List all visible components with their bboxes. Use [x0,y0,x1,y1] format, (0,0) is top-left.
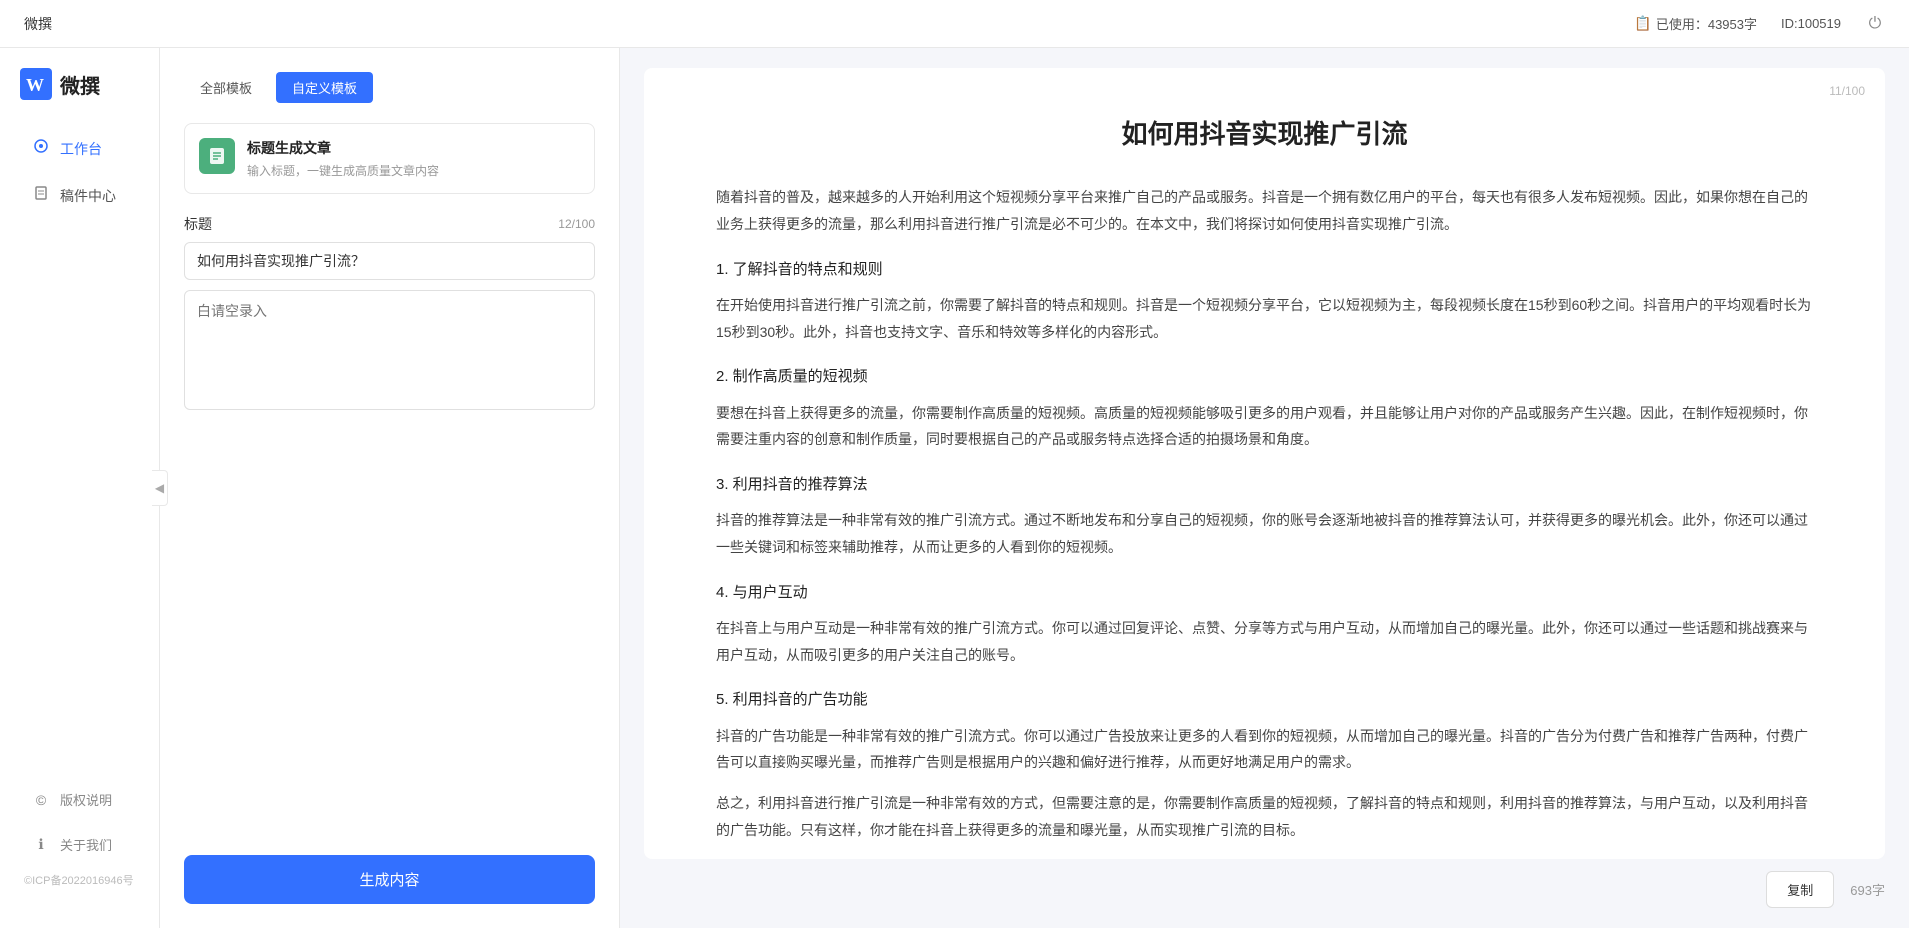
article-content: 随着抖音的普及，越来越多的人开始利用这个短视频分享平台来推广自己的产品或服务。抖… [716,184,1813,843]
template-info: 标题生成文章 输入标题，一键生成高质量文章内容 [247,138,439,179]
sidebar-item-label-copyright: 版权说明 [60,790,112,809]
form-label-row: 标题 12/100 [184,214,595,234]
sidebar-item-label-workbench: 工作台 [60,139,102,159]
power-button[interactable]: ⏻ [1865,14,1885,34]
template-title: 标题生成文章 [247,138,439,158]
sidebar-item-copyright[interactable]: © 版权说明 [8,778,151,821]
article-paragraph: 随着抖音的普及，越来越多的人开始利用这个短视频分享平台来推广自己的产品或服务。抖… [716,184,1813,237]
logo-text: 微撰 [60,70,100,99]
tab-all-templates[interactable]: 全部模板 [184,72,268,103]
drafts-icon [32,185,50,206]
page-count: 11/100 [1829,84,1865,98]
copyright-icon: © [32,792,50,808]
topbar: 微撰 📋 已使用：43953字 ID:100519 ⏻ [0,0,1909,48]
article-section-heading: 3. 利用抖音的推荐算法 [716,471,1813,500]
sidebar-item-about[interactable]: ℹ 关于我们 [8,823,151,866]
usage-icon-symbol: 📋 [1634,15,1651,32]
logo-area: W 微撰 [0,68,159,124]
article-title: 如何用抖音实现推广引流 [716,116,1813,152]
template-card-icon [199,138,235,174]
template-desc: 输入标题，一键生成高质量文章内容 [247,162,439,179]
article-paragraph: 要想在抖音上获得更多的流量，你需要制作高质量的短视频。高质量的短视频能够吸引更多… [716,400,1813,453]
article-paragraph: 在抖音上与用户互动是一种非常有效的推广引流方式。你可以通过回复评论、点赞、分享等… [716,615,1813,668]
article-section-heading: 1. 了解抖音的特点和规则 [716,256,1813,285]
article-paragraph: 抖音的广告功能是一种非常有效的推广引流方式。你可以通过广告投放来让更多的人看到你… [716,723,1813,776]
copy-button[interactable]: 复制 [1766,871,1834,908]
sidebar: W 微撰 工作台 [0,48,160,928]
sidebar-item-label-about: 关于我们 [60,835,112,854]
usage-label: 已使用：43953字 [1656,14,1757,33]
topbar-title: 微撰 [24,14,52,34]
right-bottom-bar: 复制 693字 [644,859,1885,908]
sidebar-collapse-button[interactable]: ◀ [152,470,168,506]
word-count: 693字 [1850,880,1885,899]
template-card-title-article[interactable]: 标题生成文章 输入标题，一键生成高质量文章内容 [184,123,595,194]
article-paragraph: 抖音的推荐算法是一种非常有效的推广引流方式。通过不断地发布和分享自己的短视频，你… [716,507,1813,560]
sidebar-bottom: © 版权说明 ℹ 关于我们 ©ICP备2022016946号 [0,776,159,908]
content-textarea[interactable] [184,290,595,410]
sidebar-item-label-drafts: 稿件中心 [60,186,116,206]
char-count: 12/100 [558,217,595,231]
icp-text: ©ICP备2022016946号 [0,868,159,892]
left-panel: 全部模板 自定义模板 标题生成文章 输入标题，一键生成高质量文章内容 [160,48,620,928]
workbench-icon [32,138,50,159]
article-paragraph: 在开始使用抖音进行推广引流之前，你需要了解抖音的特点和规则。抖音是一个短视频分享… [716,292,1813,345]
generate-button[interactable]: 生成内容 [184,855,595,904]
tab-custom-templates[interactable]: 自定义模板 [276,72,373,103]
main-layout: W 微撰 工作台 [0,48,1909,928]
form-label-title: 标题 [184,214,212,234]
sidebar-item-workbench[interactable]: 工作台 [8,126,151,171]
svg-text:W: W [26,75,44,95]
sidebar-nav: 工作台 稿件中心 [0,124,159,776]
sidebar-item-drafts[interactable]: 稿件中心 [8,173,151,218]
logo-icon: W [20,68,52,100]
article-container: 11/100 如何用抖音实现推广引流 随着抖音的普及，越来越多的人开始利用这个短… [644,68,1885,859]
title-input[interactable]: 如何用抖音实现推广引流？ [184,242,595,280]
content-area: 全部模板 自定义模板 标题生成文章 输入标题，一键生成高质量文章内容 [160,48,1909,928]
article-section-heading: 5. 利用抖音的广告功能 [716,686,1813,715]
topbar-right: 📋 已使用：43953字 ID:100519 ⏻ [1634,14,1885,34]
usage-info: 📋 已使用：43953字 [1634,14,1757,33]
tabs-row: 全部模板 自定义模板 [184,72,595,103]
article-paragraph: 总之，利用抖音进行推广引流是一种非常有效的方式，但需要注意的是，你需要制作高质量… [716,790,1813,843]
article-section-heading: 2. 制作高质量的短视频 [716,363,1813,392]
id-label: ID:100519 [1781,16,1841,31]
article-section-heading: 4. 与用户互动 [716,579,1813,608]
right-panel: 11/100 如何用抖音实现推广引流 随着抖音的普及，越来越多的人开始利用这个短… [620,48,1909,928]
info-icon: ℹ [32,836,50,853]
